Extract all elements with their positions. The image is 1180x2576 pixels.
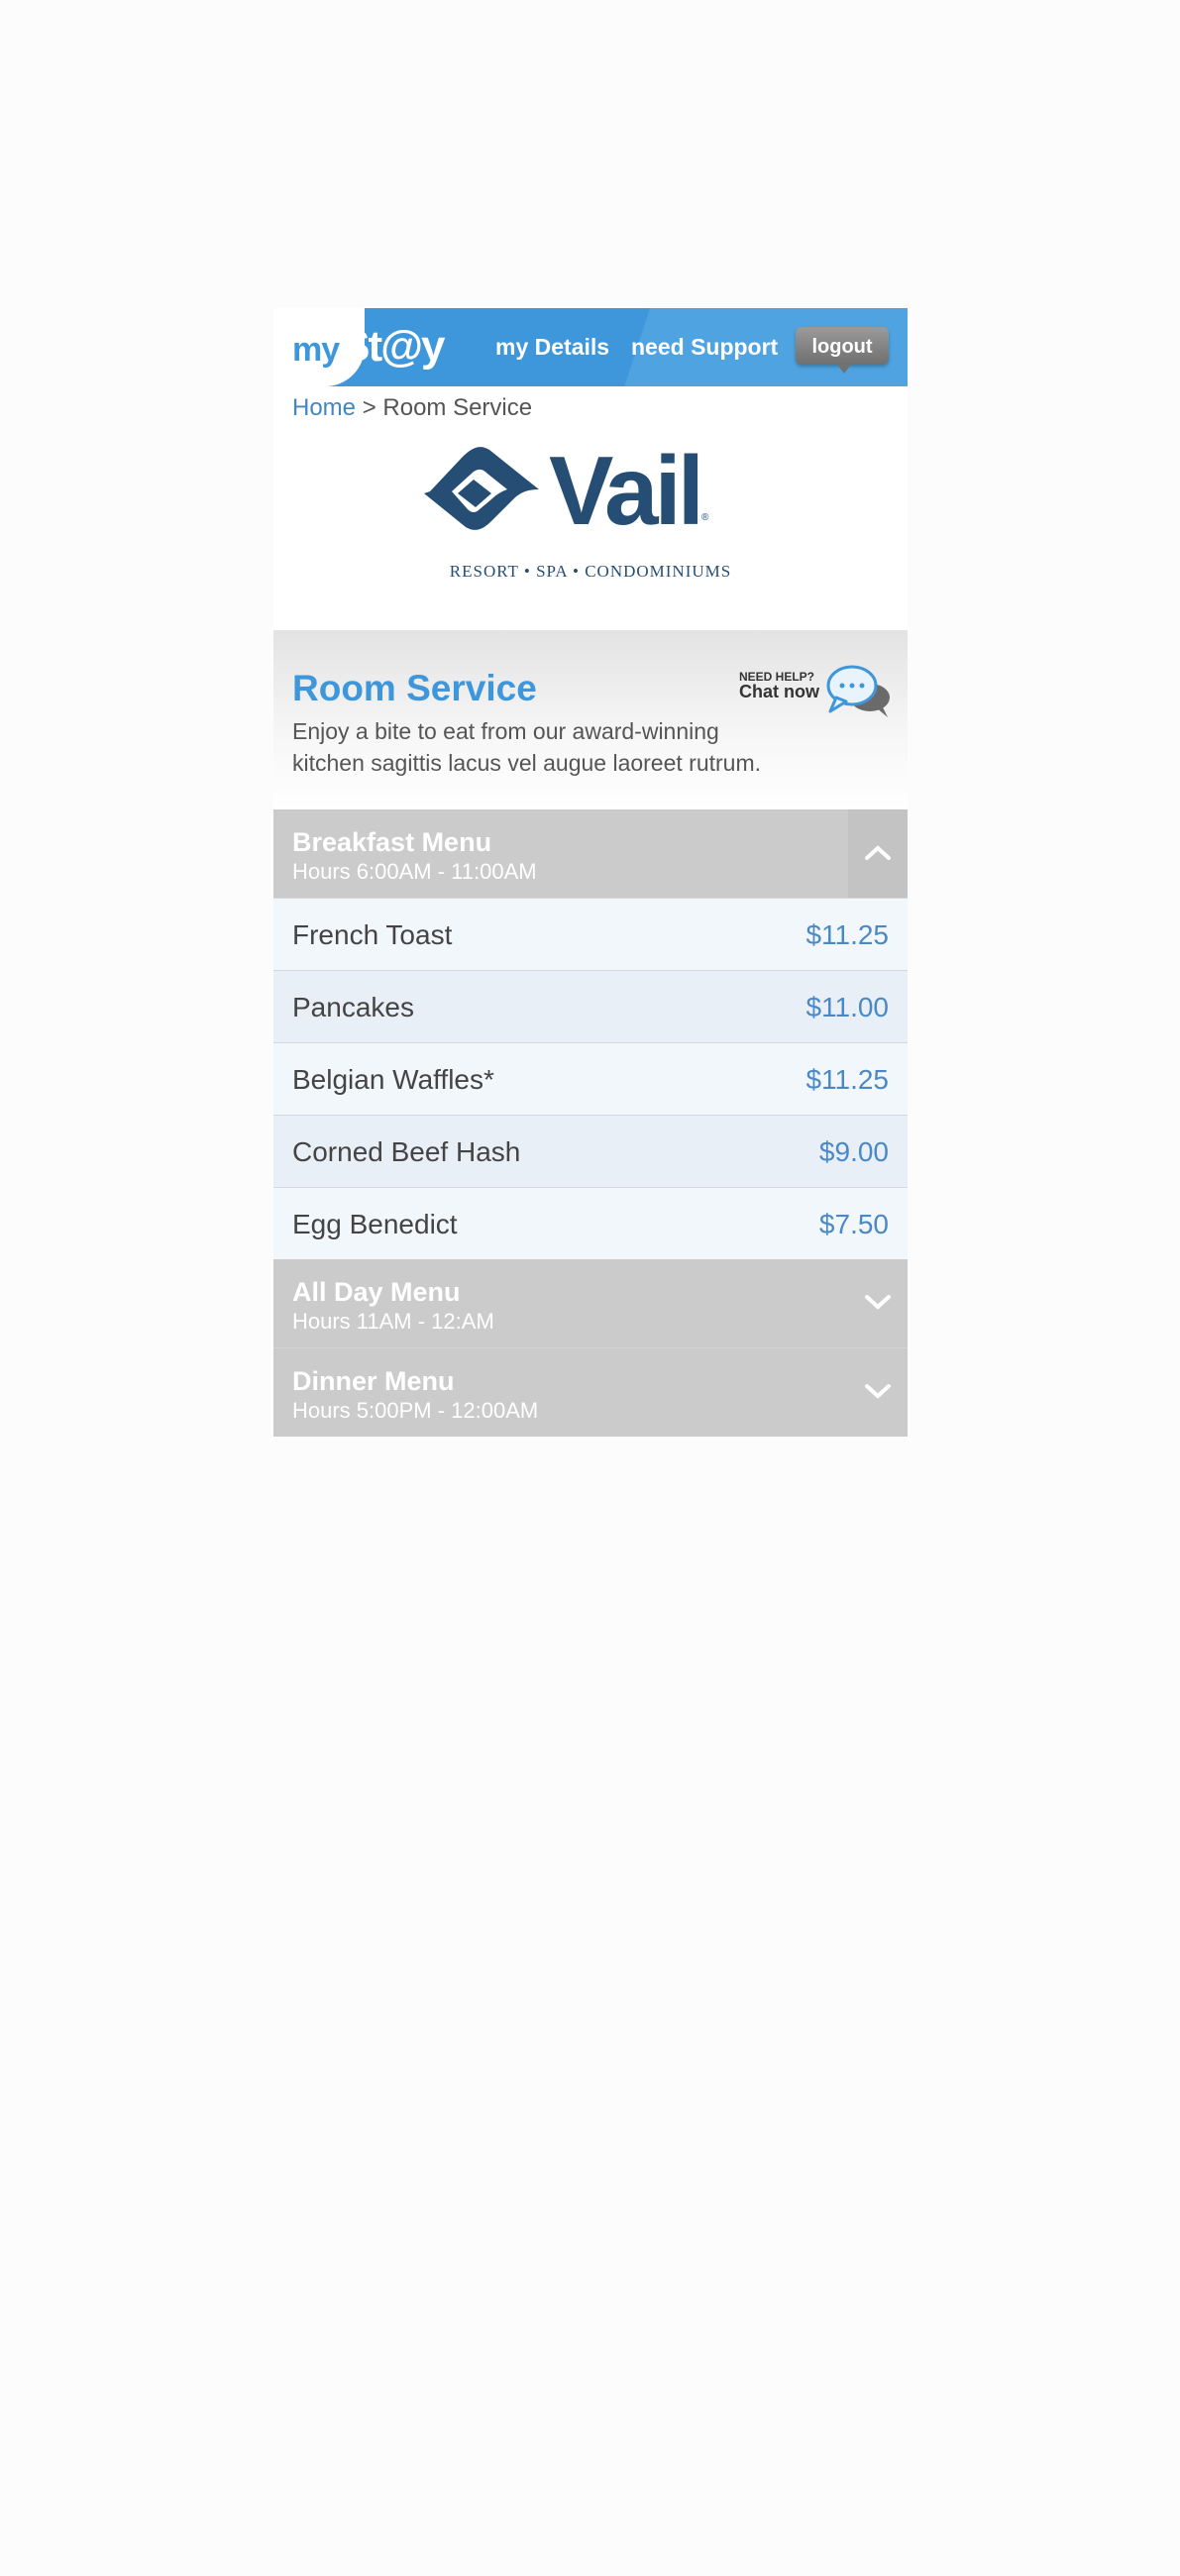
room-service-intro: Room Service Enjoy a bite to eat from ou… <box>273 630 908 809</box>
page-description: Enjoy a bite to eat from our award-winni… <box>292 718 762 776</box>
menu-title: Dinner Menu <box>292 1366 455 1396</box>
menu-header-breakfast[interactable]: Breakfast Menu Hours 6:00AM - 11:00AM <box>273 809 908 899</box>
vail-mark-icon <box>424 447 539 530</box>
menu-item[interactable]: Egg Benedict $7.50 <box>273 1188 908 1259</box>
menu-hours: Hours 5:00PM - 12:00AM <box>292 1398 539 1423</box>
menu-item-name: French Toast <box>292 919 453 950</box>
menu-item-name: Belgian Waffles* <box>292 1064 494 1095</box>
menu-hours: Hours 6:00AM - 11:00AM <box>292 859 537 884</box>
collapse-toggle[interactable] <box>848 809 908 898</box>
chat-now-button[interactable]: NEED HELP? Chat now <box>739 662 898 721</box>
menu-title: All Day Menu <box>292 1277 461 1307</box>
breadcrumb-current: Room Service <box>382 394 533 421</box>
expand-toggle[interactable] <box>848 1259 908 1347</box>
menu-item[interactable]: Belgian Waffles* $11.25 <box>273 1043 908 1116</box>
chevron-down-icon <box>865 1384 891 1399</box>
menu-item-price: $11.25 <box>805 1064 889 1095</box>
chevron-down-icon <box>865 1295 891 1310</box>
mystay-logo[interactable]: my St@y <box>292 322 446 372</box>
logo-stay: St@y <box>341 322 445 371</box>
menu-item-name: Pancakes <box>292 992 414 1022</box>
breadcrumb-home-link[interactable]: Home <box>292 394 356 421</box>
menu-item-price: $7.50 <box>818 1209 889 1239</box>
chevron-up-icon <box>865 845 891 860</box>
chat-bubble-icon <box>826 665 890 717</box>
menu-item-name: Corned Beef Hash <box>292 1136 521 1167</box>
breadcrumb: Home > Room Service <box>273 386 908 430</box>
menu-header-all-day[interactable]: All Day Menu Hours 11AM - 12:AM <box>273 1259 908 1348</box>
menu-item-price: $9.00 <box>818 1136 889 1167</box>
nav-need-support[interactable]: need Support <box>631 334 778 361</box>
menu-item-price: $11.25 <box>805 919 889 950</box>
top-nav-bar: my St@y my Details need Support logout <box>273 308 908 386</box>
logout-button[interactable]: logout <box>796 327 889 374</box>
menu-item[interactable]: Corned Beef Hash $9.00 <box>273 1116 908 1188</box>
nav-my-details[interactable]: my Details <box>495 334 609 361</box>
menu-item-price: $11.00 <box>805 992 889 1022</box>
menu-item[interactable]: Pancakes $11.00 <box>273 971 908 1043</box>
menu-header-dinner[interactable]: Dinner Menu Hours 5:00PM - 12:00AM <box>273 1348 908 1437</box>
vail-brand-logo: Vail ® RESORT • SPA • CONDOMINIUMS <box>273 430 908 630</box>
menu-item[interactable]: French Toast $11.25 <box>273 899 908 971</box>
menu-item-name: Egg Benedict <box>292 1209 458 1239</box>
chat-now-label: Chat now <box>739 682 819 701</box>
app-container: my St@y my Details need Support logout H… <box>273 308 908 1437</box>
expand-toggle[interactable] <box>848 1348 908 1437</box>
brand-wordmark: Vail <box>549 436 704 545</box>
menu-title: Breakfast Menu <box>292 827 492 857</box>
menu-hours: Hours 11AM - 12:AM <box>292 1309 494 1334</box>
logo-my: my <box>292 331 340 369</box>
brand-registered-mark: ® <box>701 512 709 523</box>
brand-tagline: RESORT • SPA • CONDOMINIUMS <box>449 562 732 581</box>
page-title: Room Service <box>292 668 537 708</box>
breadcrumb-separator: > <box>362 394 376 421</box>
